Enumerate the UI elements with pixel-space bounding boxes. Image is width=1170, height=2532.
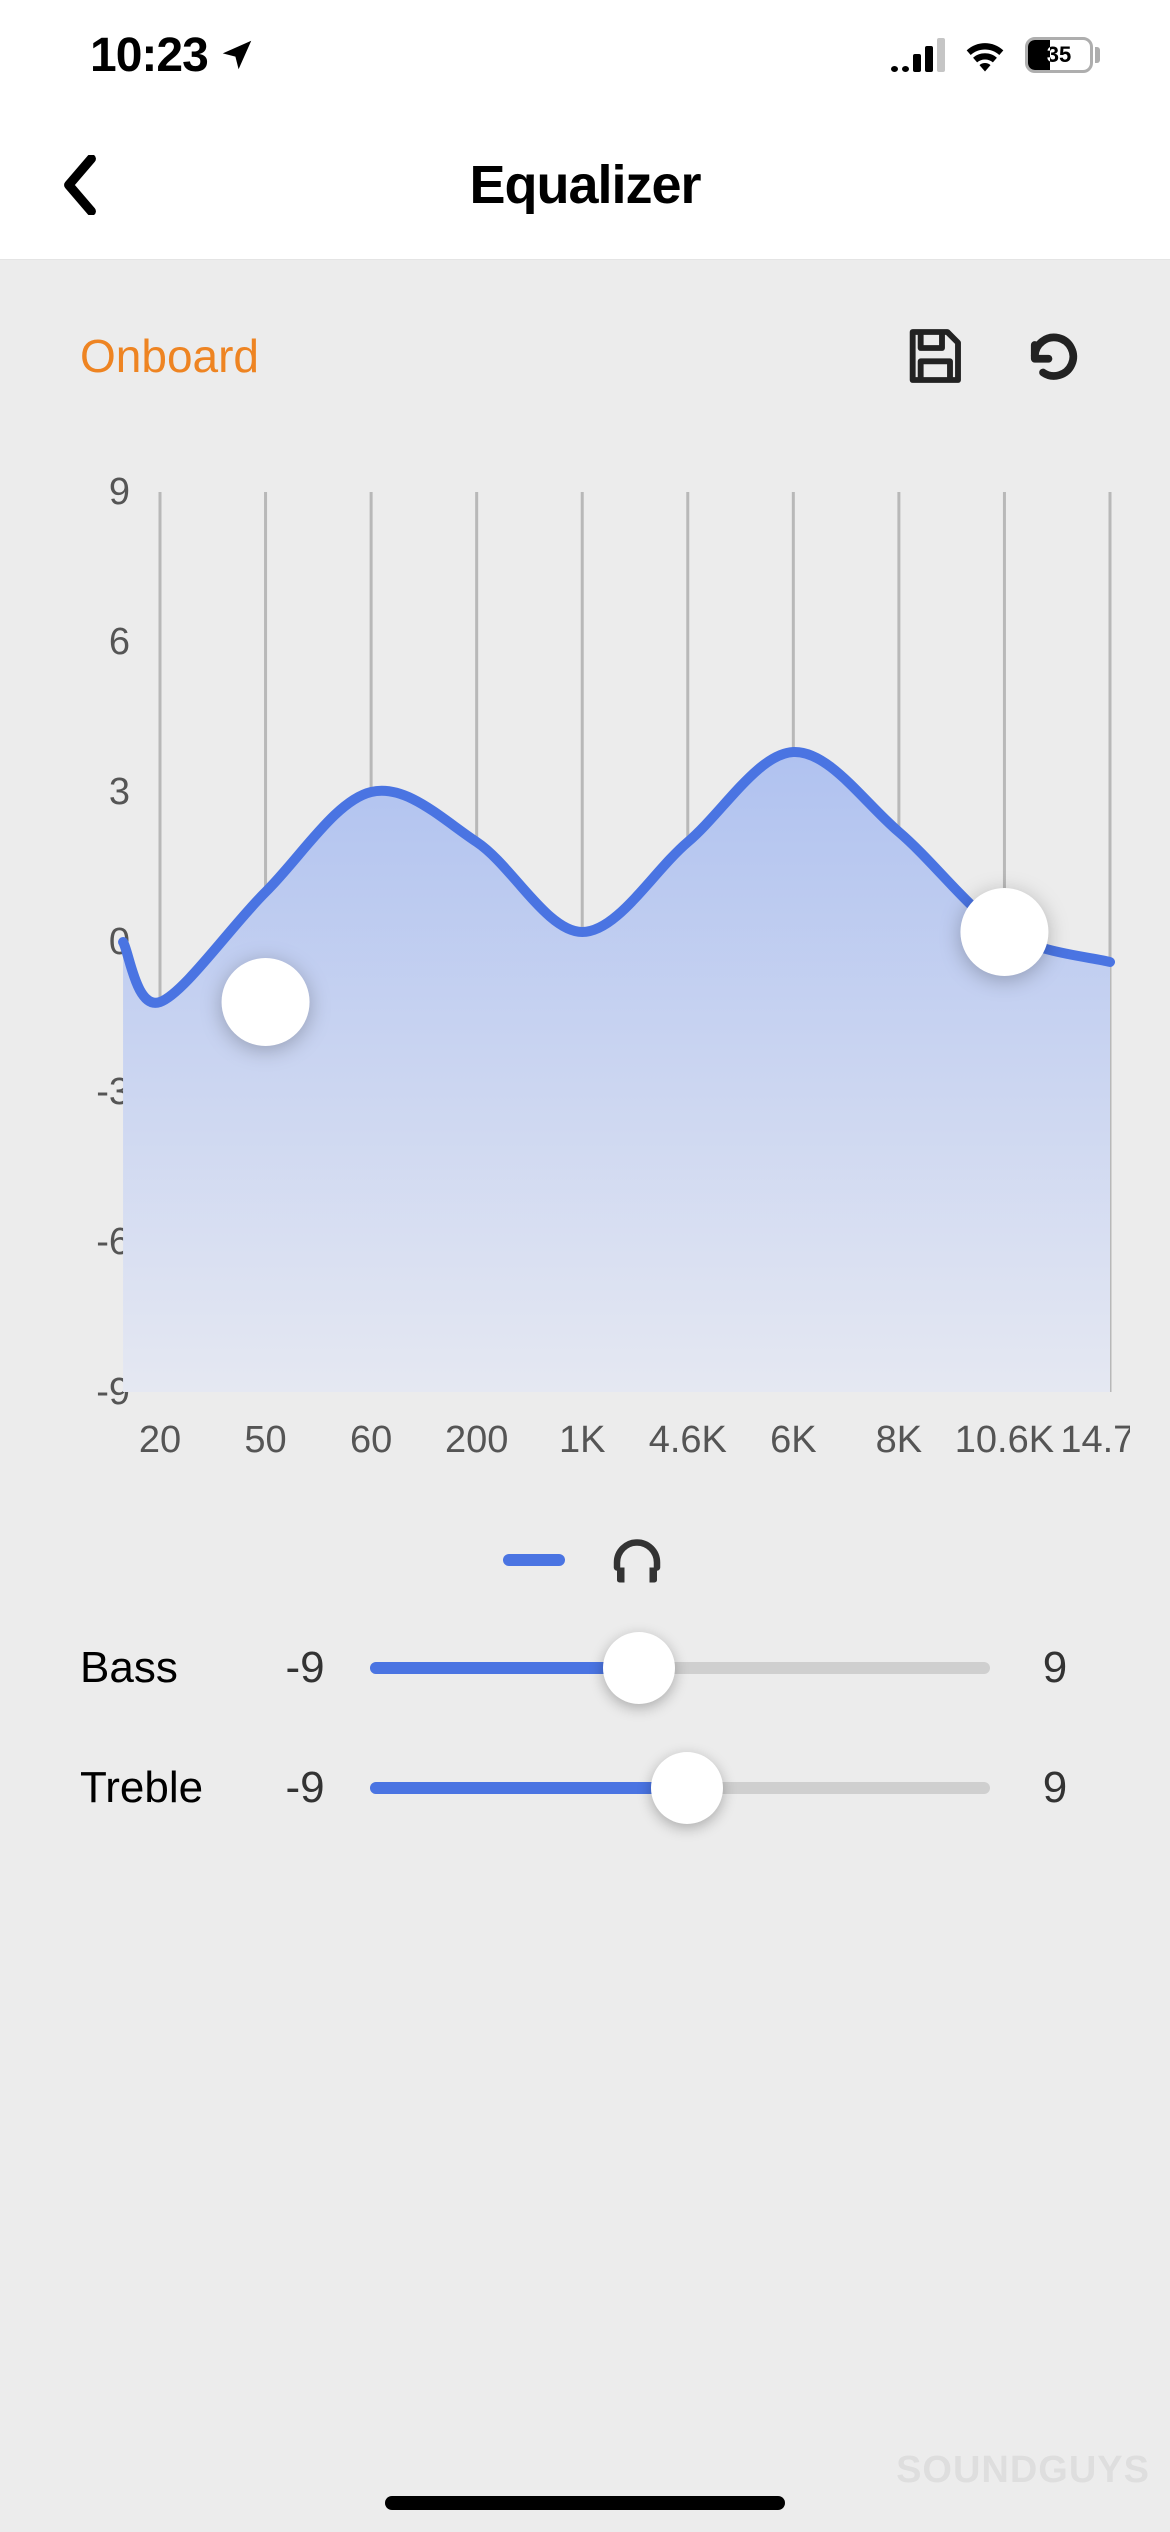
svg-text:4.6K: 4.6K	[649, 1419, 727, 1461]
watermark: SOUNDGUYS	[896, 2449, 1150, 2492]
cellular-icon	[891, 38, 945, 72]
svg-text:1K: 1K	[559, 1419, 605, 1461]
status-bar: 10:23 35	[0, 0, 1170, 110]
svg-text:50: 50	[244, 1419, 286, 1461]
battery-icon: 35	[1025, 37, 1100, 73]
back-button[interactable]	[50, 155, 110, 215]
status-time-text: 10:23	[90, 28, 208, 83]
legend	[0, 1492, 1170, 1638]
legend-curve-icon	[503, 1554, 565, 1566]
status-right: 35	[891, 37, 1100, 73]
wifi-icon	[963, 38, 1007, 72]
svg-text:6: 6	[109, 621, 130, 663]
content: Onboard 9630-3-6-92050602001K4.6K6K8K10.…	[0, 260, 1170, 2532]
page-title: Equalizer	[469, 154, 700, 216]
treble-max: 9	[1020, 1763, 1090, 1813]
treble-slider-row: Treble -9 9	[80, 1758, 1090, 1818]
bass-thumb[interactable]	[603, 1632, 675, 1704]
location-icon	[218, 36, 256, 74]
home-indicator	[385, 2496, 785, 2510]
eq-chart-svg: 9630-3-6-92050602001K4.6K6K8K10.6K14.7K	[40, 472, 1130, 1492]
status-time: 10:23	[90, 28, 256, 83]
svg-text:8K: 8K	[876, 1419, 922, 1461]
bass-label: Bass	[80, 1643, 240, 1693]
save-icon	[902, 324, 966, 388]
svg-text:14.7K: 14.7K	[1060, 1419, 1130, 1461]
eq-chart[interactable]: 9630-3-6-92050602001K4.6K6K8K10.6K14.7K	[0, 432, 1170, 1492]
save-button[interactable]	[898, 320, 970, 392]
bass-slider[interactable]	[370, 1638, 990, 1698]
preset-name[interactable]: Onboard	[80, 329, 259, 383]
undo-icon	[1021, 323, 1087, 389]
preset-row: Onboard	[0, 260, 1170, 432]
svg-text:20: 20	[139, 1419, 181, 1461]
battery-pct: 35	[1028, 40, 1090, 70]
svg-text:3: 3	[109, 771, 130, 813]
bass-slider-row: Bass -9 9	[80, 1638, 1090, 1698]
nav-header: Equalizer	[0, 110, 1170, 260]
svg-text:60: 60	[350, 1419, 392, 1461]
headphones-icon	[607, 1532, 667, 1588]
bass-max: 9	[1020, 1643, 1090, 1693]
preset-actions	[898, 320, 1090, 392]
treble-label: Treble	[80, 1763, 240, 1813]
svg-text:200: 200	[445, 1419, 508, 1461]
treble-slider[interactable]	[370, 1758, 990, 1818]
chevron-left-icon	[61, 155, 99, 215]
treble-min: -9	[270, 1763, 340, 1813]
reset-button[interactable]	[1018, 320, 1090, 392]
svg-text:9: 9	[109, 472, 130, 513]
svg-text:6K: 6K	[770, 1419, 816, 1461]
sliders: Bass -9 9 Treble -9 9	[0, 1638, 1170, 1818]
treble-thumb[interactable]	[651, 1752, 723, 1824]
svg-text:10.6K: 10.6K	[955, 1419, 1054, 1461]
bass-min: -9	[270, 1643, 340, 1693]
